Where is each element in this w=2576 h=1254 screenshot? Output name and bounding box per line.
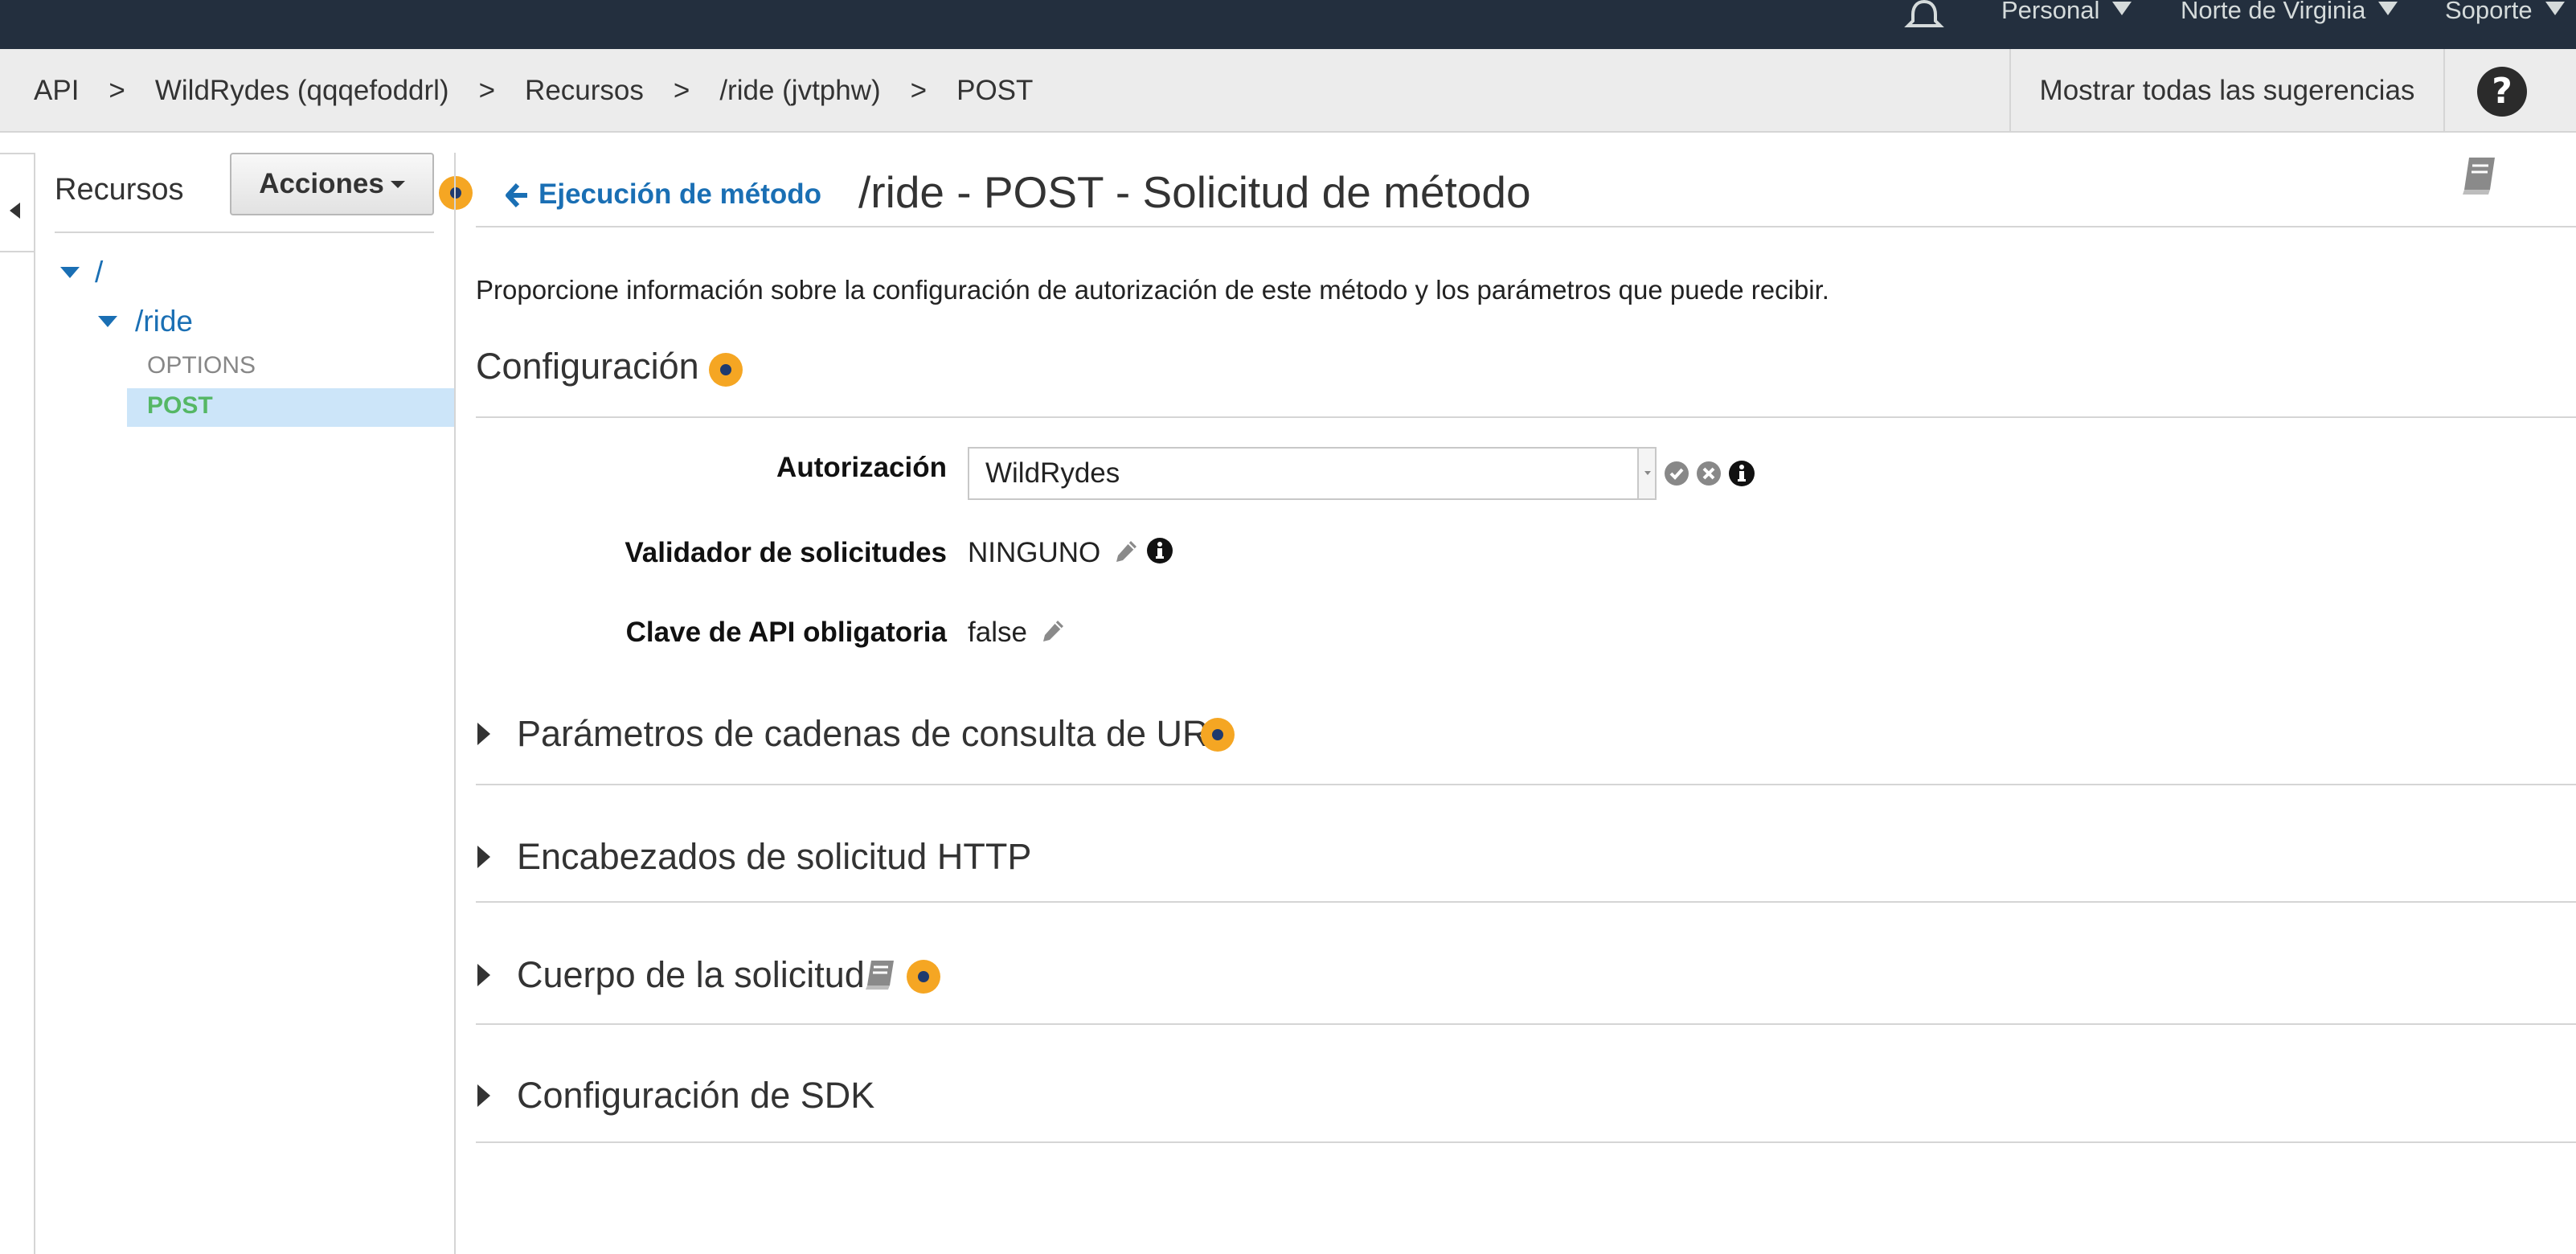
support-menu[interactable]: Soporte — [2445, 0, 2565, 24]
breadcrumb-separator: > — [910, 75, 928, 106]
breadcrumb: API > WildRydes (qqqefoddrl) > Recursos > /rid… — [34, 49, 1033, 133]
breadcrumb-item-api[interactable]: API — [34, 75, 79, 106]
collapse-strip — [0, 153, 35, 1254]
hint-icon[interactable] — [907, 960, 940, 994]
book-icon[interactable] — [863, 958, 897, 992]
caret-down-icon — [2378, 2, 2398, 15]
pencil-icon[interactable] — [1113, 539, 1139, 564]
info-icon[interactable] — [1146, 537, 1173, 564]
x-circle-icon[interactable] — [1696, 461, 1722, 486]
divider — [476, 226, 2576, 227]
authorization-label: Autorización — [776, 452, 947, 483]
breadcrumb-item-resources[interactable]: Recursos — [525, 75, 644, 106]
validator-value: NINGUNO — [968, 537, 1101, 568]
page-description: Proporcione información sobre la configu… — [476, 275, 1829, 305]
hint-icon[interactable] — [709, 353, 743, 387]
collapse-arrow-icon[interactable] — [10, 203, 20, 219]
check-circle-icon[interactable] — [1664, 461, 1689, 486]
section-request-body[interactable]: Cuerpo de la solicitud — [517, 954, 865, 996]
breadcrumb-item-resource[interactable]: /ride (jvtphw) — [719, 75, 880, 106]
breadcrumb-item-method: POST — [956, 75, 1034, 106]
breadcrumb-separator: > — [478, 75, 496, 106]
show-hints-button[interactable]: Mostrar todas las sugerencias — [2009, 49, 2445, 133]
account-label: Personal — [2001, 0, 2100, 24]
divider — [476, 416, 2576, 418]
actions-label: Acciones — [259, 168, 384, 199]
bell-icon[interactable] — [1903, 0, 1945, 31]
tree-item-root[interactable]: / — [95, 256, 103, 289]
panel-divider — [454, 153, 456, 1254]
section-sdk-settings[interactable]: Configuración de SDK — [517, 1075, 874, 1117]
region-label: Norte de Virginia — [2181, 0, 2366, 24]
settings-title: Configuración — [476, 346, 699, 387]
tree-method-post[interactable]: POST — [147, 392, 213, 420]
hint-icon[interactable] — [1201, 718, 1235, 752]
divider — [55, 232, 434, 233]
tree-expand-icon[interactable] — [60, 267, 80, 278]
breadcrumb-bar: API > WildRydes (qqqefoddrl) > Recursos > /rid… — [0, 49, 2576, 133]
caret-down-icon — [2545, 2, 2565, 15]
top-nav: Personal Norte de Virginia Soporte — [0, 0, 2576, 49]
resources-title: Recursos — [55, 173, 184, 207]
divider — [476, 901, 2576, 903]
caret-down-icon — [390, 181, 405, 188]
arrow-left-icon[interactable] — [505, 182, 529, 209]
divider — [476, 1023, 2576, 1025]
caret-right-icon[interactable] — [477, 846, 490, 868]
tree-expand-icon[interactable] — [98, 316, 117, 327]
section-url-query-params[interactable]: Parámetros de cadenas de consulta de URL — [517, 713, 1229, 755]
apikey-label: Clave de API obligatoria — [625, 617, 947, 648]
tree-item-ride[interactable]: /ride — [135, 305, 193, 338]
section-http-headers[interactable]: Encabezados de solicitud HTTP — [517, 836, 1031, 878]
account-menu[interactable]: Personal — [2001, 0, 2132, 24]
authorization-value: WildRydes — [985, 457, 1120, 489]
hint-icon[interactable] — [439, 176, 473, 210]
breadcrumb-separator: > — [109, 75, 125, 106]
caret-right-icon[interactable] — [477, 1084, 490, 1107]
help-icon[interactable]: ? — [2477, 67, 2527, 117]
book-icon[interactable] — [2459, 154, 2500, 198]
caret-right-icon[interactable] — [477, 723, 490, 745]
method-execution-link[interactable]: Ejecución de método — [539, 178, 821, 211]
chevron-down-icon[interactable] — [1637, 449, 1655, 498]
divider — [476, 1141, 2576, 1143]
tree-method-options[interactable]: OPTIONS — [147, 352, 256, 379]
validator-label: Validador de solicitudes — [625, 537, 947, 568]
authorization-select[interactable]: WildRydes — [968, 447, 1657, 500]
caret-right-icon[interactable] — [477, 964, 490, 986]
breadcrumb-separator: > — [673, 75, 690, 106]
breadcrumb-item-api-name[interactable]: WildRydes (qqqefoddrl) — [155, 75, 449, 106]
pencil-icon[interactable] — [1040, 618, 1066, 644]
divider — [476, 784, 2576, 785]
info-icon[interactable] — [1728, 460, 1755, 487]
apikey-value: false — [968, 617, 1027, 648]
actions-button[interactable]: Acciones — [230, 153, 434, 215]
region-menu[interactable]: Norte de Virginia — [2181, 0, 2398, 24]
caret-down-icon — [2112, 2, 2132, 15]
support-label: Soporte — [2445, 0, 2533, 24]
page-title: /ride - POST - Solicitud de método — [858, 167, 1531, 217]
